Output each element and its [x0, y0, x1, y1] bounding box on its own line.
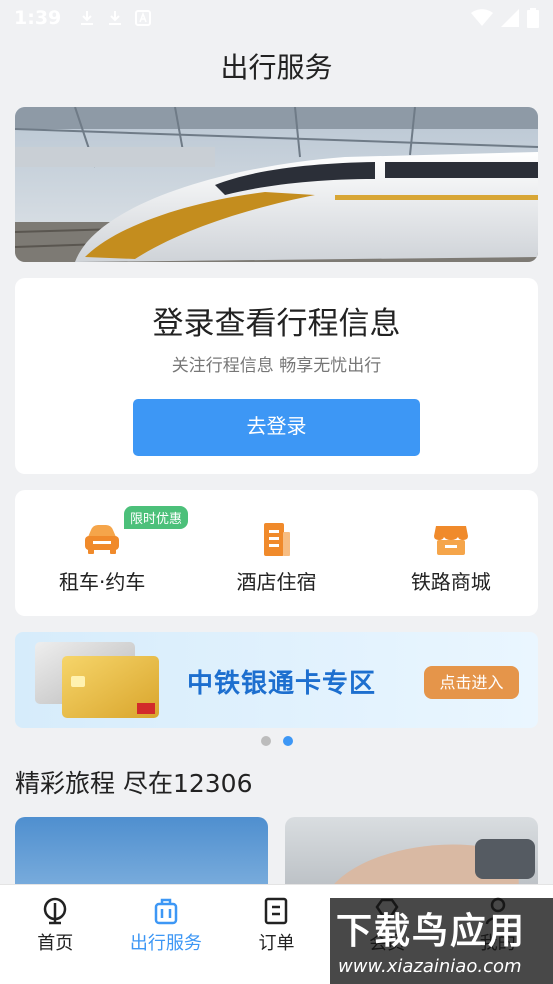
tab-travel-service[interactable]: 出行服务: [111, 885, 222, 984]
luggage-icon: [154, 898, 178, 925]
train-illustration: [15, 107, 538, 262]
status-time: 1:39: [14, 7, 62, 29]
service-railway-mall[interactable]: 铁路商城: [364, 490, 538, 616]
tab-label: 出行服务: [129, 933, 202, 954]
watermark-title: 下载鸟应用: [336, 911, 527, 952]
service-label: 租车·约车: [58, 570, 146, 594]
tab-label: 首页: [37, 933, 74, 954]
carousel-indicator: [0, 736, 553, 746]
watermark-url: www.xiazainiao.com: [338, 956, 522, 977]
railway-logo-icon: [44, 897, 67, 925]
tab-home[interactable]: 首页: [0, 885, 111, 984]
promo-tag: 限时优惠: [124, 506, 189, 529]
service-label: 铁路商城: [410, 570, 491, 594]
bank-card-banner[interactable]: 中铁银通卡专区 点击进入: [15, 632, 538, 728]
car-icon: [85, 525, 120, 554]
signal-icon: [501, 9, 519, 27]
login-subtitle: 关注行程信息 畅享无忧出行: [171, 356, 382, 376]
login-button[interactable]: 去登录: [133, 399, 420, 456]
service-label: 酒店住宿: [236, 570, 317, 594]
font-icon: [135, 10, 152, 26]
page-title: 出行服务: [220, 51, 333, 84]
shop-icon: [433, 526, 468, 555]
tab-orders[interactable]: 订单: [221, 885, 332, 984]
watermark: 下载鸟应用 www.xiazainiao.com: [330, 898, 553, 984]
tab-label: 订单: [258, 933, 295, 954]
order-icon: [265, 897, 288, 925]
carousel-dot[interactable]: [260, 736, 271, 746]
download-icon: [109, 11, 122, 25]
status-bar: 1:39: [0, 0, 553, 36]
download-icon: [81, 11, 94, 25]
services-grid: 限时优惠 租车·约车 酒店住宿 铁路商城: [15, 490, 538, 616]
service-car-rental[interactable]: 限时优惠 租车·约车: [15, 490, 189, 616]
wifi-icon: [471, 9, 493, 26]
battery-icon: [527, 8, 539, 28]
hotel-icon: [264, 523, 291, 556]
enter-button[interactable]: 点击进入: [424, 666, 519, 699]
train-banner-image[interactable]: [15, 107, 538, 262]
bank-card-banner-title: 中铁银通卡专区: [187, 669, 377, 699]
service-hotel[interactable]: 酒店住宿: [189, 490, 363, 616]
section-title: 精彩旅程 尽在12306: [15, 769, 253, 798]
carousel-dot-active[interactable]: [282, 736, 293, 746]
login-card: 登录查看行程信息 关注行程信息 畅享无忧出行 去登录: [15, 278, 538, 474]
status-notification-icons: [79, 10, 152, 26]
status-system-icons: [471, 8, 539, 28]
login-title: 登录查看行程信息: [152, 306, 401, 342]
